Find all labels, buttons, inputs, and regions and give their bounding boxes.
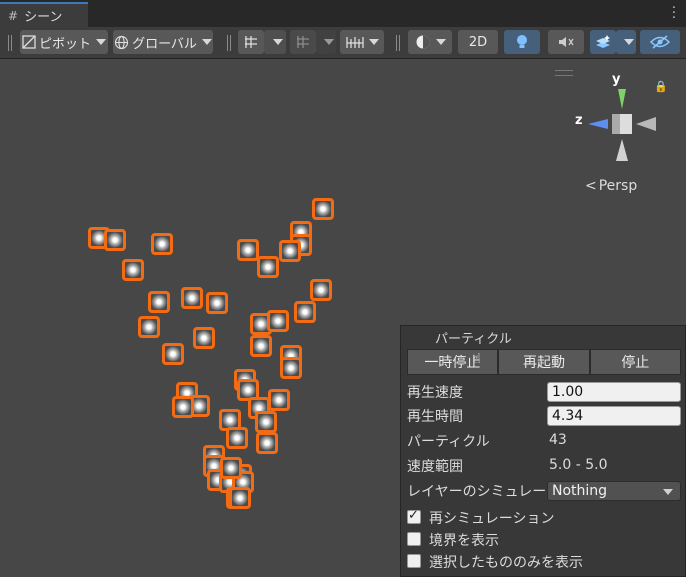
particle [122,259,144,281]
playback-speed-field[interactable]: 1.00 [547,382,681,402]
hand-cursor-icon: ☝ [472,351,481,367]
panel-title: パーティクル [435,332,512,347]
globe-icon [114,35,129,49]
show-bounds-checkbox[interactable] [407,532,421,546]
particle [193,327,215,349]
gizmo-z-label: z [575,113,583,128]
particle [206,292,228,314]
toolbar-grip-handle[interactable] [8,35,12,51]
particle [151,233,173,255]
axis-gizmo-icon[interactable] [580,71,670,181]
pivot-icon [22,35,36,49]
particle [279,240,301,262]
resimulate-checkbox[interactable] [407,508,421,524]
particle [310,279,332,301]
particle [237,239,259,261]
show-selected-only-label: 選択したもののみを表示 [429,555,583,571]
particle [294,301,316,323]
toolbar-grip-handle[interactable] [396,35,400,51]
particle [229,487,251,509]
grid-snapping-dropdown[interactable] [264,30,286,54]
gizmo-drag-handle[interactable] [555,70,573,76]
tab-scene-label: シーン [24,10,63,25]
magnet-grid-icon [297,36,309,48]
eye-slash-icon [650,35,670,49]
chevron-down-icon [663,489,673,495]
layer-simulation-value: Nothing [552,483,608,499]
layer-simulation-select[interactable]: Nothing [547,481,681,501]
particles-count-label: パーティクル [407,434,490,450]
lightbulb-icon [517,35,527,48]
shading-sphere-icon [416,35,429,49]
scene-toolbar: ピボット グローバル 2D [0,27,686,59]
global-label: グローバル [132,36,197,52]
particle [312,198,334,220]
particle [148,291,170,313]
particle [268,389,290,411]
speed-range-value: 5.0 - 5.0 [549,457,608,473]
playback-time-label: 再生時間 [407,409,463,425]
global-dropdown[interactable]: グローバル [113,30,213,54]
particle [250,335,272,357]
particle [162,343,184,365]
projection-toggle[interactable]: < Persp [585,178,637,194]
show-bounds-label: 境界を表示 [429,533,499,549]
particle [220,457,242,479]
pivot-dropdown[interactable]: ピボット [20,30,108,54]
orientation-gizmo[interactable]: 🔒 y z < Persp [555,59,686,199]
tab-bar: # シーン · · · [0,0,686,27]
2d-label: 2D [468,34,488,50]
more-options-icon[interactable]: · · · [672,2,676,25]
particle [280,357,302,379]
projection-label: Persp [598,178,638,194]
particle [255,411,277,433]
particle [257,256,279,278]
stop-label: 停止 [621,355,650,371]
layer-simulation-label: レイヤーのシミュレーション [407,484,545,500]
playback-time-field[interactable]: 4.34 [547,406,681,426]
lighting-toggle-button[interactable] [504,30,540,54]
particle [256,432,278,454]
particle [138,316,160,338]
particle [172,396,194,418]
particle [226,427,248,449]
increment-snap-dropdown[interactable] [316,30,336,54]
gizmo-y-label: y [612,72,621,87]
toolbar-grip-handle[interactable] [227,35,231,51]
stop-button[interactable]: 停止 [589,349,681,375]
playback-speed-label: 再生速度 [407,385,463,401]
audio-muted-icon [559,37,574,47]
particle [181,287,203,309]
effects-layers-icon [596,35,610,48]
perspective-icon: < [585,178,597,194]
particle [104,229,126,251]
show-selected-only-checkbox[interactable] [407,554,421,568]
resimulate-label: 再シミュレーション [429,511,555,527]
grid-snapping-button[interactable] [238,30,264,54]
grid-snap-icon [245,36,257,48]
audio-toggle-button[interactable] [548,30,584,54]
effects-dropdown[interactable] [616,30,636,54]
pause-button[interactable]: 一時停止 ☝ [407,349,499,375]
2d-toggle-button[interactable]: 2D [458,30,498,54]
increment-snap-button[interactable] [290,30,316,54]
shading-mode-dropdown[interactable] [408,30,452,54]
restart-button[interactable]: 再起動 [498,349,590,375]
particle-effect-panel: パーティクル 一時停止 ☝ 再起動 停止 再生速度 1.00 再生時間 4.34 … [400,325,686,577]
playback-controls: 一時停止 ☝ 再起動 停止 [407,349,681,375]
speed-range-label: 速度範囲 [407,459,463,475]
hidden-objects-toggle-button[interactable] [640,30,680,54]
effects-toggle-button[interactable] [590,30,616,54]
restart-label: 再起動 [522,355,565,371]
tab-scene[interactable]: # シーン [0,2,88,27]
ruler-icon [345,37,364,48]
pivot-label: ピボット [38,36,91,52]
particle [267,310,289,332]
grid-icon: # [8,8,19,23]
ruler-snap-dropdown[interactable] [340,30,384,54]
particles-count-value: 43 [549,432,567,448]
